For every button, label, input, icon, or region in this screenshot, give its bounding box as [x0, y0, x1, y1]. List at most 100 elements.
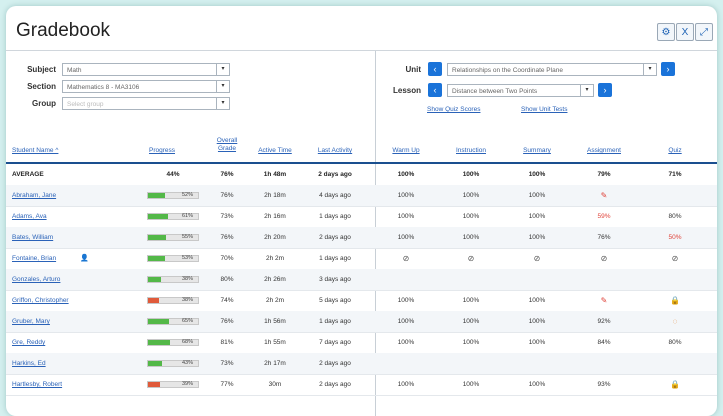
column-progress[interactable]: Progress: [142, 147, 182, 155]
assign-cell: 79%: [597, 171, 611, 178]
lock-icon[interactable]: 🔒: [670, 296, 680, 305]
assign-cell: 59%: [597, 213, 611, 220]
unit-value: Relationships on the Coordinate Plane: [452, 67, 563, 74]
instr-cell: [444, 269, 498, 290]
show-unit-tests-link[interactable]: Show Unit Tests: [521, 106, 567, 113]
summ-cell: 100%: [528, 339, 546, 346]
lesson-select[interactable]: Distance between Two Points ▾: [447, 84, 594, 97]
quiz-cell: [648, 185, 702, 206]
column-student-name[interactable]: Student Name ^: [12, 147, 58, 155]
last-cell: 2 days ago: [319, 360, 351, 367]
grade-cell: 73%: [220, 360, 234, 367]
summ-cell: 100%: [528, 297, 546, 304]
column-warm-up[interactable]: Warm Up: [380, 147, 432, 155]
student-name[interactable]: Gruber, Mary: [12, 311, 137, 332]
student-name[interactable]: Abraham, Jane: [12, 185, 137, 206]
progress-bar: 55%: [147, 234, 199, 241]
grade-cell: 76%: [220, 318, 234, 325]
progress-fill: [148, 256, 166, 261]
instr-cell: 100%: [462, 297, 480, 304]
instr-cell: 100%: [462, 381, 480, 388]
student-name[interactable]: Bates, William: [12, 227, 137, 248]
last-cell: 4 days ago: [319, 192, 351, 199]
column-quiz[interactable]: Quiz: [648, 147, 702, 155]
gear-icon[interactable]: ⚙: [657, 23, 675, 41]
instr-cell: 100%: [462, 318, 480, 325]
quiz-cell: [648, 353, 702, 374]
unit-prev-button[interactable]: ‹: [428, 62, 442, 76]
last-cell: 3 days ago: [319, 276, 351, 283]
cancel-icon[interactable]: ⊘: [534, 254, 541, 263]
subject-label: Subject: [27, 65, 56, 74]
time-cell: 2h 18m: [264, 192, 286, 199]
cancel-icon[interactable]: ⊘: [672, 254, 679, 263]
subject-select[interactable]: Math ▾: [62, 63, 230, 76]
progress-percent: 52%: [182, 192, 194, 198]
excel-icon[interactable]: X: [676, 23, 694, 41]
pencil-icon[interactable]: ✎: [601, 296, 608, 305]
instr-cell: ⊘: [444, 248, 498, 269]
quiz-cell: 80%: [668, 213, 682, 220]
last-cell: 2 days ago: [319, 381, 351, 388]
ring-icon[interactable]: ◌: [673, 317, 678, 326]
last-cell: 5 days ago: [319, 297, 351, 304]
show-quiz-scores-link[interactable]: Show Quiz Scores: [427, 106, 480, 113]
grade-cell: 80%: [220, 276, 234, 283]
summ-cell: 100%: [528, 192, 546, 199]
progress-percent: 65%: [182, 318, 194, 324]
summ-cell: [510, 353, 564, 374]
progress-bar: 38%: [147, 276, 199, 283]
lesson-label: Lesson: [392, 86, 421, 95]
grade-cell: 76%: [220, 171, 234, 178]
lesson-next-button[interactable]: ›: [598, 83, 612, 97]
unit-next-button[interactable]: ›: [661, 62, 675, 76]
instr-cell: 100%: [462, 339, 480, 346]
student-name[interactable]: Hartlesby, Robert: [12, 374, 137, 395]
pencil-icon[interactable]: ✎: [601, 191, 608, 200]
summ-cell: 100%: [528, 234, 546, 241]
cancel-icon[interactable]: ⊘: [601, 254, 608, 263]
quiz-cell: 71%: [668, 171, 682, 178]
lesson-prev-button[interactable]: ‹: [428, 83, 442, 97]
column-active-time[interactable]: Active Time: [252, 147, 298, 155]
section-select[interactable]: Mathematics 8 - MA3106 ▾: [62, 80, 230, 93]
progress-bar: 43%: [147, 360, 199, 367]
summ-cell: 100%: [528, 381, 546, 388]
column-overall-grade[interactable]: Overall Grade: [212, 137, 242, 153]
progress-fill: [148, 298, 160, 303]
assign-cell: ✎: [576, 185, 632, 206]
group-select[interactable]: Select group ▾: [62, 97, 230, 110]
quiz-cell: 🔒: [648, 374, 702, 395]
unit-select[interactable]: Relationships on the Coordinate Plane ▾: [447, 63, 657, 76]
table-row: Bates, William 55% 76% 2h 20m 2 days ago 100%…: [6, 227, 717, 249]
grade-cell: 74%: [220, 297, 234, 304]
column-summary[interactable]: Summary: [510, 147, 564, 155]
assign-cell: 93%: [597, 381, 611, 388]
grade-cell: 77%: [220, 381, 234, 388]
progress-bar: 61%: [147, 213, 199, 220]
student-name[interactable]: Gonzales, Arturo: [12, 269, 137, 290]
student-name[interactable]: Fontaine, Brian: [12, 248, 137, 269]
warm-cell: 100%: [397, 318, 415, 325]
time-cell: 2h 2m: [265, 255, 285, 262]
assign-cell: [576, 269, 632, 290]
unit-label: Unit: [405, 65, 421, 74]
grade-cell: 76%: [220, 192, 234, 199]
column-instruction[interactable]: Instruction: [444, 147, 498, 155]
student-name[interactable]: Gre, Reddy: [12, 332, 137, 353]
student-name[interactable]: Griffon, Christopher: [12, 290, 137, 311]
student-name[interactable]: Adams, Ava: [12, 206, 137, 227]
assign-cell: [576, 353, 632, 374]
cancel-icon[interactable]: ⊘: [403, 254, 410, 263]
column-assignment[interactable]: Assignment: [576, 147, 632, 155]
table-row: Gruber, Mary 65% 76% 1h 56m 1 days ago 100% 10…: [6, 311, 717, 333]
expand-icon[interactable]: ⤢: [695, 23, 713, 41]
lock-icon[interactable]: 🔒: [670, 380, 680, 389]
cancel-icon[interactable]: ⊘: [468, 254, 475, 263]
grade-cell: 81%: [220, 339, 234, 346]
progress-percent: 39%: [182, 381, 194, 387]
quiz-cell: 50%: [668, 234, 682, 241]
last-cell: 1 days ago: [319, 213, 351, 220]
student-name[interactable]: Harkins, Ed: [12, 353, 137, 374]
column-last-activity[interactable]: Last Activity: [308, 147, 362, 155]
